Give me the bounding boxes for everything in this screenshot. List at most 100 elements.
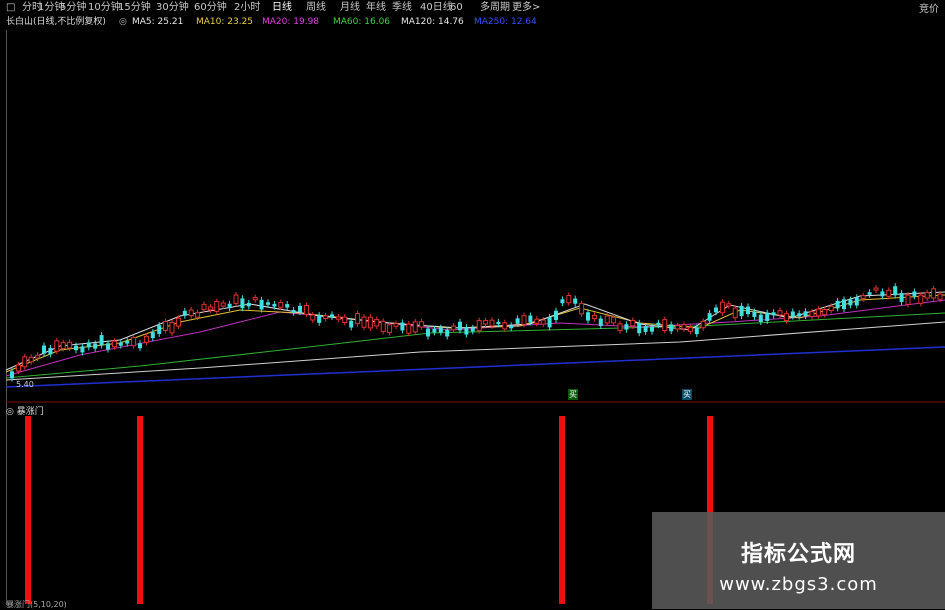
candle-body (445, 329, 450, 337)
candle-body (489, 319, 495, 327)
candle-body (905, 294, 911, 305)
candle-body (765, 312, 770, 322)
candle-body (99, 335, 104, 346)
candle-body (700, 320, 706, 329)
candle-body (195, 312, 201, 318)
candle-body (650, 326, 654, 332)
candle-body (604, 315, 610, 324)
candle-body (860, 295, 866, 300)
candle-body (86, 342, 91, 348)
candle-body (426, 328, 430, 337)
signal-bar-1 (137, 416, 143, 604)
candle-body (912, 291, 917, 297)
candle-body (361, 316, 367, 328)
candle-body (867, 292, 872, 295)
candle-body (380, 320, 386, 333)
candle-body (521, 315, 527, 325)
candle-body (374, 319, 380, 327)
candle-body (393, 323, 399, 327)
candle-body (732, 307, 738, 319)
candle-body (355, 312, 361, 325)
candle-body (586, 312, 590, 321)
candle-body (643, 325, 648, 332)
watermark-title: 指标公式网 (740, 542, 856, 567)
candle-body (367, 316, 373, 329)
candle-body (28, 356, 34, 363)
candle-body (828, 305, 834, 312)
candle-body (803, 311, 808, 317)
candle-body (285, 304, 290, 308)
candle-body (233, 294, 239, 304)
candle-body (681, 324, 687, 330)
candle-body (207, 306, 213, 311)
candle-body (873, 287, 879, 291)
candle-body (502, 322, 508, 330)
candle-body (291, 310, 296, 313)
candle-body (579, 303, 585, 315)
candle-body (899, 293, 904, 302)
sub-settings-icon[interactable]: ◎ (6, 407, 17, 417)
candle-body (60, 342, 66, 350)
candle-body (406, 323, 412, 334)
candle-body (80, 346, 85, 353)
candle-body (675, 325, 681, 330)
candle-body (573, 298, 578, 304)
candle-body (220, 302, 226, 307)
candle-body (15, 364, 21, 372)
candle-body (554, 310, 558, 321)
candle-body (201, 303, 207, 311)
candle-body (48, 347, 53, 355)
candle-body (157, 325, 162, 334)
candle-body (483, 320, 489, 325)
candle-body (163, 321, 169, 331)
candle-body (598, 318, 603, 327)
candle-body (138, 343, 142, 349)
candle-body (182, 310, 187, 316)
low-price-label: 5.40 (16, 380, 34, 389)
candle-body (854, 297, 859, 306)
candle-body (298, 305, 302, 313)
candle-body (893, 286, 898, 296)
candle-body (918, 294, 924, 304)
candle-body (214, 301, 220, 312)
candle-body (335, 316, 341, 320)
candle-body (349, 320, 354, 328)
signal-bar-2 (559, 416, 565, 604)
candle-body (528, 315, 533, 323)
candle-body (387, 324, 393, 334)
candle-body (496, 321, 501, 325)
candle-body (842, 299, 846, 310)
candle-body (815, 308, 821, 317)
candle-body (758, 314, 763, 323)
signal-label-buy-1: 买 (568, 389, 578, 400)
candle-body (67, 341, 73, 349)
candle-body (515, 318, 520, 324)
candle-body (783, 313, 789, 321)
candle-body (637, 322, 642, 334)
candle-body (150, 332, 155, 339)
candle-body (317, 315, 322, 323)
candle-body (547, 316, 552, 328)
candle-body (330, 314, 334, 317)
candle-body (509, 325, 514, 329)
candle-body (746, 306, 750, 315)
candle-body (777, 310, 783, 316)
candle-body (125, 340, 130, 344)
candle-body (822, 308, 828, 316)
candle-body (272, 303, 277, 307)
candle-body (118, 342, 123, 346)
candle-body (252, 297, 258, 301)
candle-body (694, 327, 699, 334)
candle-body (419, 321, 425, 328)
candle-body (278, 302, 284, 308)
candle-body (310, 314, 316, 321)
candle-body (669, 324, 674, 332)
candle-body (42, 345, 46, 354)
candle-body (726, 303, 732, 307)
candle-body (809, 311, 815, 318)
candle-body (591, 314, 597, 320)
candle-body (131, 337, 137, 347)
signal-label-buy-2: 买 (682, 389, 692, 400)
candle-body (611, 316, 617, 324)
ma5-line (5, 291, 945, 371)
